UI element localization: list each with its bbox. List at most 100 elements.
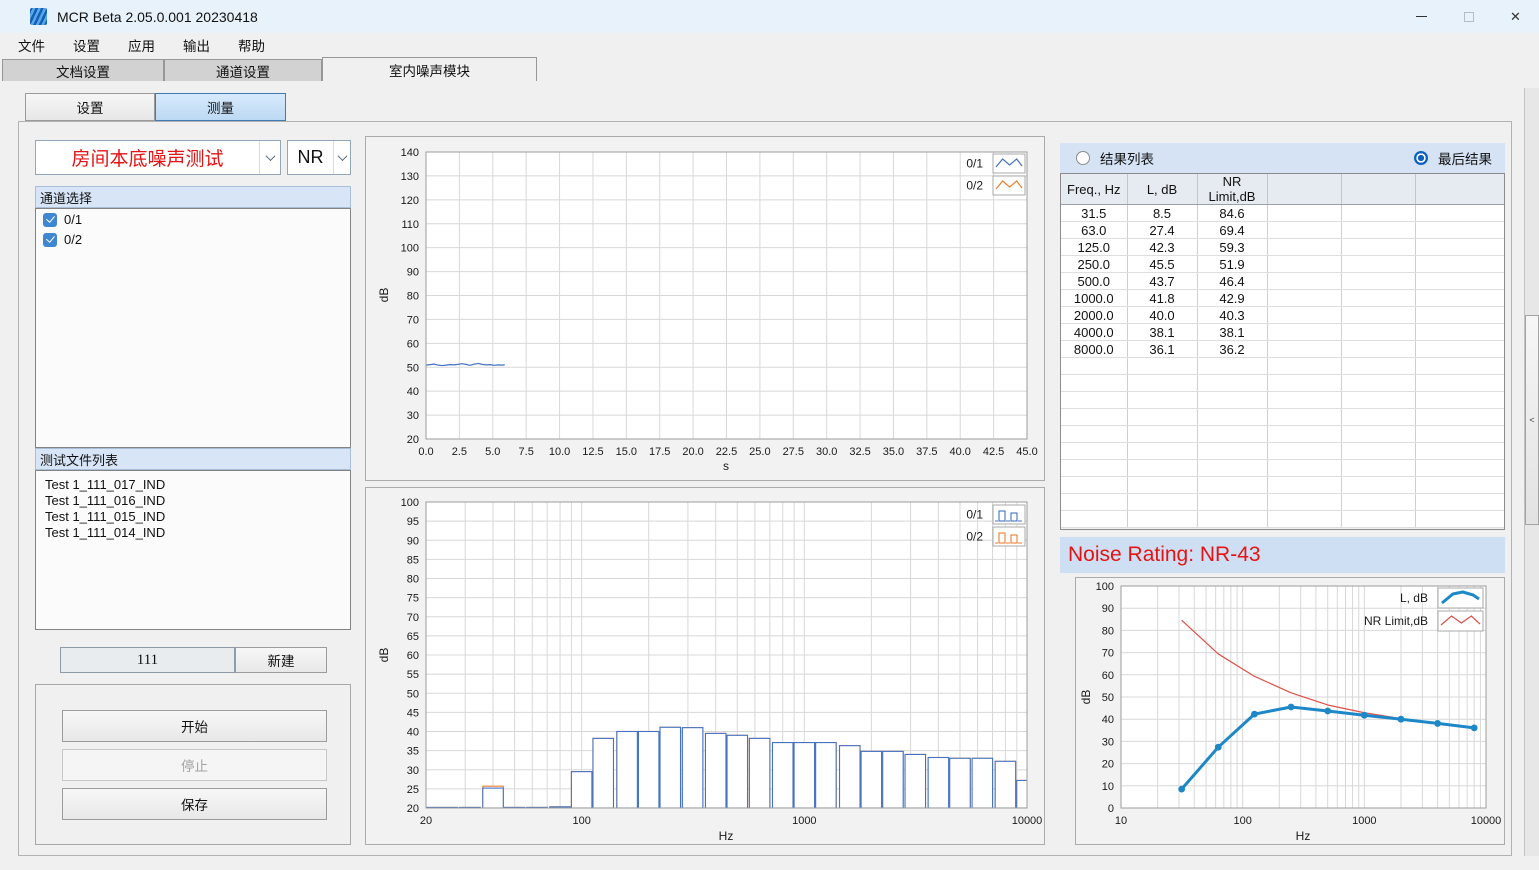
table-cell (1267, 222, 1341, 239)
close-icon: ✕ (1510, 9, 1521, 25)
test-file-item[interactable]: Test 1_111_014_IND (36, 524, 350, 540)
chevron-down-icon (265, 151, 275, 161)
table-cell: 1000.0 (1061, 290, 1127, 307)
svg-text:dB: dB (377, 648, 391, 663)
menu-item-输出[interactable]: 输出 (173, 33, 220, 57)
window-controls: ✕ (1398, 0, 1539, 33)
table-cell (1341, 307, 1415, 324)
table-row[interactable] (1061, 511, 1505, 528)
table-cell: 42.3 (1127, 239, 1197, 256)
table-row[interactable]: 125.042.359.3 (1061, 239, 1505, 256)
collapse-arrow-icon: < (1529, 415, 1534, 425)
subtab-设置[interactable]: 设置 (25, 93, 155, 121)
stop-button[interactable]: 停止 (62, 749, 327, 781)
table-cell (1415, 273, 1505, 290)
table-row[interactable]: 250.045.551.9 (1061, 256, 1505, 273)
svg-text:100: 100 (401, 497, 419, 509)
test-file-item[interactable]: Test 1_111_016_IND (36, 492, 350, 508)
save-button[interactable]: 保存 (62, 788, 327, 820)
table-cell (1341, 273, 1415, 290)
test-type-dropdown-button[interactable] (259, 141, 280, 174)
svg-text:25.0: 25.0 (749, 446, 770, 458)
minimize-button[interactable] (1398, 0, 1445, 33)
svg-text:130: 130 (401, 171, 419, 183)
svg-text:2.5: 2.5 (452, 446, 467, 458)
svg-text:55: 55 (407, 669, 419, 681)
svg-text:30: 30 (407, 410, 419, 422)
result-table-panel[interactable]: Freq., HzL, dBNR Limit,dB 31.58.584.663.… (1060, 173, 1505, 530)
table-row[interactable] (1061, 494, 1505, 511)
table-cell: 8000.0 (1061, 341, 1127, 358)
table-row[interactable] (1061, 460, 1505, 477)
result-list-radio[interactable] (1076, 151, 1090, 165)
start-button[interactable]: 开始 (62, 710, 327, 742)
rating-type-combobox[interactable]: NR (287, 140, 351, 175)
table-cell (1267, 511, 1341, 528)
table-row[interactable]: 4000.038.138.1 (1061, 324, 1505, 341)
svg-text:100: 100 (1096, 581, 1114, 593)
table-row[interactable] (1061, 358, 1505, 375)
collapse-panel-handle[interactable]: < (1525, 315, 1539, 525)
table-cell (1341, 494, 1415, 511)
table-row[interactable] (1061, 443, 1505, 460)
tab-室内噪声模块[interactable]: 室内噪声模块 (322, 57, 537, 81)
checkbox-checked-icon[interactable] (43, 233, 57, 247)
table-row[interactable] (1061, 392, 1505, 409)
table-cell (1127, 443, 1197, 460)
table-row[interactable] (1061, 477, 1505, 494)
table-cell (1267, 256, 1341, 273)
table-row[interactable]: 63.027.469.4 (1061, 222, 1505, 239)
table-cell (1127, 511, 1197, 528)
table-cell (1061, 494, 1127, 511)
table-row[interactable] (1061, 375, 1505, 392)
table-row[interactable]: 2000.040.040.3 (1061, 307, 1505, 324)
menu-item-文件[interactable]: 文件 (8, 33, 55, 57)
time-history-chart-panel: 20304050607080901001101201301400.02.55.0… (365, 136, 1045, 481)
menu-item-帮助[interactable]: 帮助 (228, 33, 275, 57)
close-button[interactable]: ✕ (1492, 0, 1539, 33)
tab-通道设置[interactable]: 通道设置 (164, 59, 322, 81)
table-cell: 41.8 (1127, 290, 1197, 307)
test-type-combobox[interactable]: 房间本底噪声测试 (35, 140, 281, 175)
last-result-radio[interactable] (1414, 151, 1428, 165)
channel-label: 0/2 (64, 232, 82, 247)
svg-text:Hz: Hz (719, 829, 734, 843)
channel-item-0/1[interactable]: 0/1 (36, 209, 350, 229)
table-cell (1267, 290, 1341, 307)
channel-listbox[interactable]: 0/10/2 (35, 208, 351, 448)
table-cell (1127, 358, 1197, 375)
svg-text:10000: 10000 (1012, 815, 1043, 827)
test-file-item[interactable]: Test 1_111_017_IND (36, 476, 350, 492)
table-cell: 38.1 (1127, 324, 1197, 341)
subtab-测量[interactable]: 测量 (155, 93, 286, 121)
rating-type-dropdown-button[interactable] (333, 141, 350, 174)
table-row[interactable] (1061, 426, 1505, 443)
svg-text:10: 10 (1102, 781, 1114, 793)
spectrum-chart-panel: 2025303540455055606570758085909510020100… (365, 487, 1045, 845)
svg-text:20: 20 (420, 815, 432, 827)
table-cell (1267, 460, 1341, 477)
table-cell (1197, 460, 1267, 477)
channel-item-0/2[interactable]: 0/2 (36, 229, 350, 249)
app-logo-icon (30, 8, 47, 25)
test-file-listbox[interactable]: Test 1_111_017_INDTest 1_111_016_INDTest… (35, 470, 351, 630)
new-file-button[interactable]: 新建 (235, 647, 327, 673)
checkbox-checked-icon[interactable] (43, 213, 57, 227)
table-row[interactable]: 8000.036.136.2 (1061, 341, 1505, 358)
svg-text:20: 20 (407, 803, 419, 815)
table-row[interactable]: 500.043.746.4 (1061, 273, 1505, 290)
tab-文档设置[interactable]: 文档设置 (2, 59, 164, 81)
table-cell (1415, 460, 1505, 477)
table-row[interactable]: 1000.041.842.9 (1061, 290, 1505, 307)
test-file-item[interactable]: Test 1_111_015_IND (36, 508, 350, 524)
table-cell (1415, 426, 1505, 443)
table-row[interactable]: 31.58.584.6 (1061, 205, 1505, 222)
file-name-input[interactable]: 111 (60, 647, 235, 673)
svg-text:120: 120 (401, 195, 419, 207)
table-row[interactable] (1061, 409, 1505, 426)
menu-item-设置[interactable]: 设置 (63, 33, 110, 57)
menu-item-应用[interactable]: 应用 (118, 33, 165, 57)
table-cell (1197, 392, 1267, 409)
maximize-button[interactable] (1445, 0, 1492, 33)
svg-text:50: 50 (407, 688, 419, 700)
